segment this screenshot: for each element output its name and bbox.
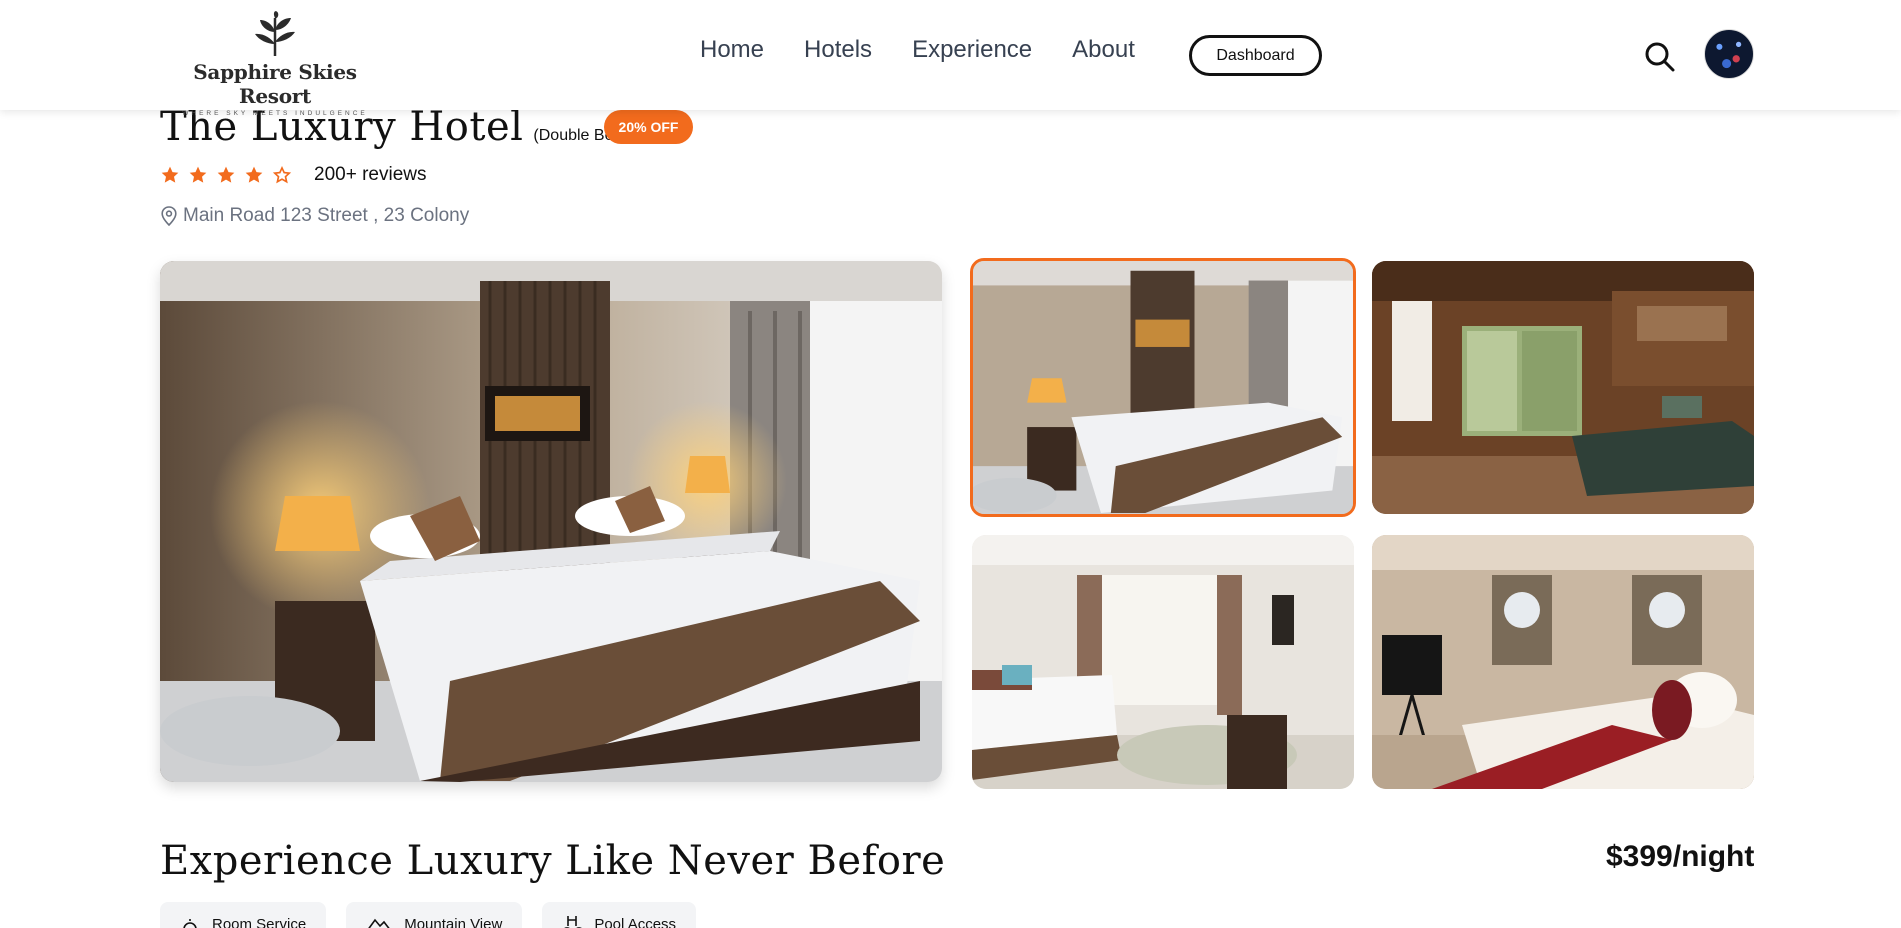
star-filled-icon: [189, 166, 207, 183]
star-outline-icon: [272, 165, 292, 184]
user-avatar[interactable]: [1704, 29, 1754, 79]
location-pin-icon: [161, 206, 177, 226]
room-photo-image: [973, 261, 1353, 514]
thumbnail-room-2[interactable]: [1372, 261, 1754, 514]
star-rating: 200+ reviews: [160, 164, 426, 186]
dashboard-button[interactable]: Dashboard: [1189, 35, 1322, 76]
brand-logo[interactable]: Sapphire Skies Resort WHERE SKY MEETS IN…: [165, 10, 385, 117]
star-filled-icon: [161, 166, 179, 183]
amenity-label: Mountain View: [404, 915, 503, 928]
discount-badge: 20% OFF: [604, 110, 693, 144]
search-icon: [1645, 42, 1675, 72]
nav-link-hotels[interactable]: Hotels: [804, 36, 872, 64]
pool-icon: [564, 916, 583, 928]
search-button[interactable]: [1643, 40, 1677, 74]
thumbnail-room-3[interactable]: [972, 535, 1354, 789]
amenity-room-service: Room Service: [160, 902, 327, 928]
brand-tagline: WHERE SKY MEETS INDULGENCE: [182, 110, 368, 117]
room-service-icon: [183, 919, 197, 928]
mountain-icon: [368, 918, 390, 928]
room-photo-image: [972, 535, 1354, 789]
main-nav: Home Hotels Experience About: [700, 36, 1175, 64]
address-text: Main Road 123 Street , 23 Colony: [183, 205, 470, 226]
leaf-logo-icon: [255, 11, 295, 56]
section-heading: Experience Luxury Like Never Before: [160, 838, 946, 884]
thumbnail-room-1-selected[interactable]: [970, 258, 1356, 517]
star-filled-icon: [245, 166, 263, 183]
amenities-list: Room Service Mountain View Pool Access: [160, 902, 716, 928]
review-count: 200+ reviews: [314, 164, 427, 185]
room-photo-image: [1372, 535, 1754, 789]
main-room-photo[interactable]: [160, 261, 942, 782]
nav-link-home[interactable]: Home: [700, 36, 764, 64]
room-photo-image: [160, 261, 942, 782]
hotel-address: Main Road 123 Street , 23 Colony: [161, 205, 469, 227]
star-filled-icon: [217, 166, 235, 183]
amenity-mountain-view: Mountain View: [346, 902, 523, 928]
price-per-night: $399/night: [1606, 840, 1755, 873]
nav-link-experience[interactable]: Experience: [912, 36, 1032, 64]
room-photo-image: [1372, 261, 1754, 514]
amenity-pool-access: Pool Access: [542, 902, 697, 928]
nav-link-about[interactable]: About: [1072, 36, 1135, 64]
site-header: Sapphire Skies Resort WHERE SKY MEETS IN…: [0, 0, 1901, 117]
thumbnail-room-4[interactable]: [1372, 535, 1754, 789]
amenity-label: Pool Access: [594, 915, 677, 928]
brand-name: Sapphire Skies Resort: [193, 60, 357, 108]
amenity-label: Room Service: [212, 915, 307, 928]
